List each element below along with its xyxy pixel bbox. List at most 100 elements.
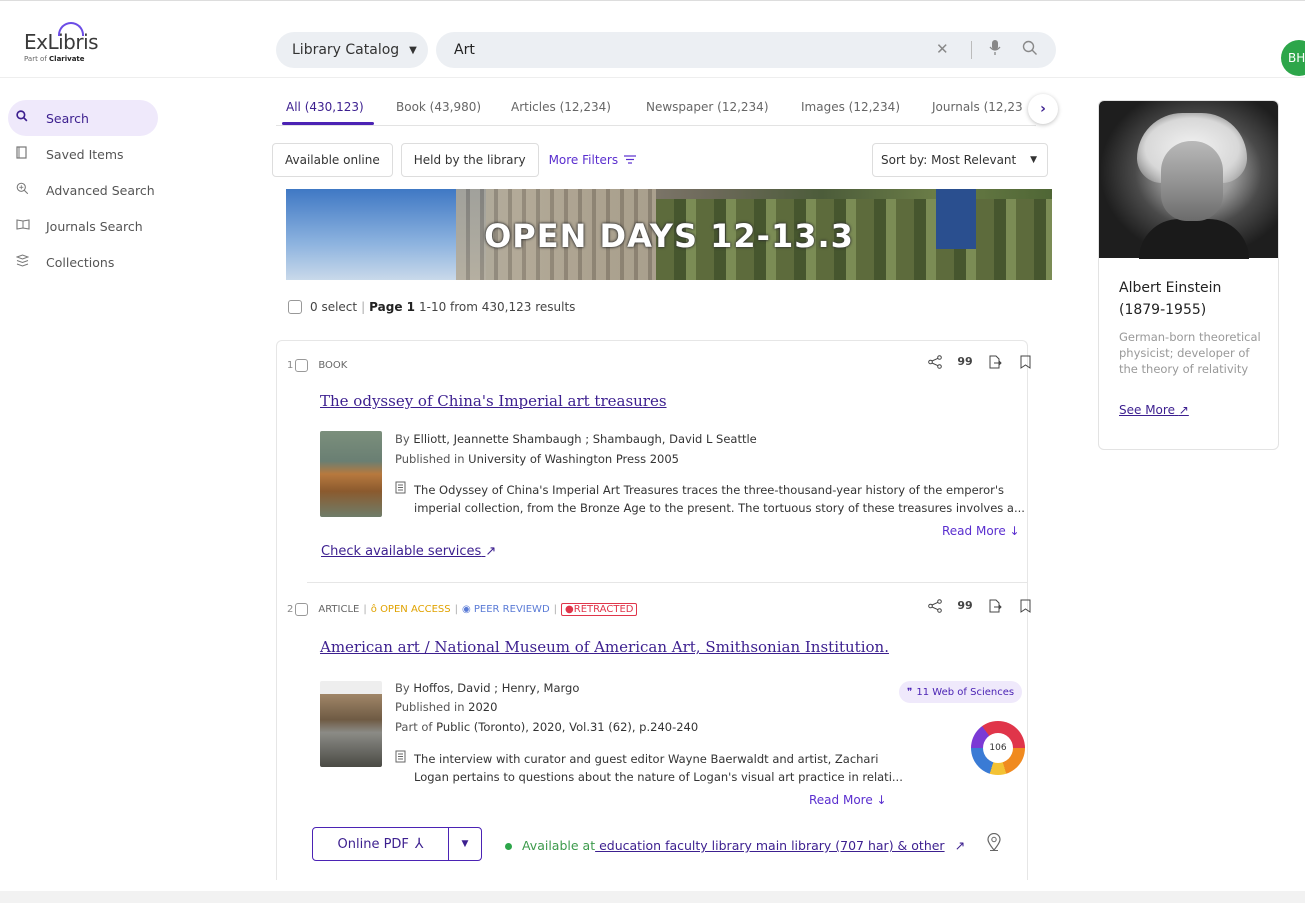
select-all-checkbox[interactable] bbox=[288, 300, 302, 314]
record-authors: By Elliott, Jeannette Shambaugh ; Shamba… bbox=[395, 432, 757, 446]
sidebar-item-collections[interactable]: Collections bbox=[8, 244, 158, 280]
sort-dropdown[interactable]: Sort by: Most Relevant ▼ bbox=[872, 143, 1048, 177]
see-more-link[interactable]: See More ↗ bbox=[1119, 403, 1189, 417]
availability-link[interactable]: education faculty library main library (… bbox=[595, 838, 945, 853]
results-list: 1 BOOK 99 The odyssey of China's Imperia… bbox=[276, 340, 1030, 880]
search-box: ✕ bbox=[436, 32, 1056, 68]
chevron-right-icon: › bbox=[1040, 101, 1046, 117]
selection-row: 0 select | Page 1 1-10 from 430,123 resu… bbox=[288, 300, 575, 314]
sidebar-item-search[interactable]: Search bbox=[8, 100, 158, 136]
acrobat-icon: ⅄ bbox=[414, 836, 424, 852]
book-open-icon bbox=[16, 218, 46, 234]
clear-icon[interactable]: ✕ bbox=[936, 40, 949, 58]
search-input[interactable] bbox=[454, 42, 914, 58]
read-more-link[interactable]: Read More ↓ bbox=[809, 793, 887, 807]
tabs-next-button[interactable]: › bbox=[1028, 94, 1058, 124]
tab-book[interactable]: Book (43,980) bbox=[396, 100, 481, 114]
record-number: 2 bbox=[287, 604, 294, 615]
record-published: Published in 2020 bbox=[395, 700, 498, 714]
share-icon[interactable] bbox=[927, 355, 943, 373]
lock-open-icon: ô bbox=[370, 604, 377, 615]
cite-icon[interactable]: 99 bbox=[957, 355, 973, 373]
more-filters-button[interactable]: More Filters bbox=[549, 143, 637, 177]
knowledge-card: Albert Einstein (1879-1955) German-born … bbox=[1098, 100, 1279, 450]
export-icon[interactable] bbox=[987, 599, 1003, 617]
online-pdf-main[interactable]: Online PDF ⅄ bbox=[313, 828, 449, 860]
bookmark-icon[interactable] bbox=[1017, 355, 1033, 373]
logo-arc-icon bbox=[58, 22, 84, 36]
filter-lines-icon bbox=[624, 153, 637, 167]
record-actions: 99 bbox=[927, 599, 1033, 617]
promo-banner[interactable]: OPEN DAYS 12-13.3 bbox=[286, 189, 1052, 280]
separator: | bbox=[363, 604, 367, 615]
microphone-icon[interactable] bbox=[989, 40, 1001, 60]
record-header: 2 ARTICLE | ô OPEN ACCESS | ◉ PEER REVIE… bbox=[287, 603, 638, 616]
person-photo bbox=[1099, 101, 1278, 259]
active-tab-indicator bbox=[282, 122, 374, 125]
cite-icon[interactable]: 99 bbox=[957, 599, 973, 617]
location-pin-icon[interactable] bbox=[987, 832, 1001, 855]
photo-body bbox=[1139, 219, 1249, 259]
record-checkbox[interactable] bbox=[295, 359, 309, 372]
record-title[interactable]: American art / National Museum of Americ… bbox=[320, 638, 889, 656]
tab-journals[interactable]: Journals (12,23 bbox=[932, 100, 1023, 114]
sidebar-item-advanced-search[interactable]: Advanced Search bbox=[8, 172, 158, 208]
tab-newspaper[interactable]: Newspaper (12,234) bbox=[646, 100, 769, 114]
description-line-1: The Odyssey of China's Imperial Art Trea… bbox=[414, 483, 1005, 497]
read-more-link[interactable]: Read More ↓ bbox=[942, 524, 1020, 538]
record-type: BOOK bbox=[318, 360, 348, 371]
record-authors: By Hoffos, David ; Henry, Margo bbox=[395, 681, 580, 695]
tab-all[interactable]: All (430,123) bbox=[286, 100, 364, 114]
tab-images[interactable]: Images (12,234) bbox=[801, 100, 900, 114]
status-dot bbox=[505, 843, 512, 850]
record-checkbox[interactable] bbox=[295, 603, 309, 616]
record-title[interactable]: The odyssey of China's Imperial art trea… bbox=[320, 392, 667, 410]
bookmark-icon[interactable] bbox=[1017, 599, 1033, 617]
altmetric-donut[interactable]: 106 bbox=[971, 721, 1025, 775]
quote-icon: ❞ bbox=[907, 686, 913, 698]
availability-status: Available at education faculty library m… bbox=[505, 838, 965, 853]
logo-subtitle: Part of Clarivate bbox=[24, 55, 85, 63]
selected-count: 0 select bbox=[310, 300, 358, 314]
search-icon bbox=[16, 110, 46, 126]
advanced-search-icon bbox=[16, 182, 46, 199]
sidebar-item-label: Advanced Search bbox=[46, 182, 155, 198]
sidebar: Search Saved Items Advanced Search Journ… bbox=[8, 100, 158, 280]
record-published: Published in University of Washington Pr… bbox=[395, 452, 680, 466]
web-of-science-badge[interactable]: ❞ 11 Web of Sciences bbox=[899, 681, 1023, 703]
person-description: German-born theoretical physicist; devel… bbox=[1119, 330, 1261, 376]
photo-face bbox=[1161, 141, 1223, 221]
record-part-of: Part of Public (Toronto), 2020, Vol.31 (… bbox=[395, 720, 699, 734]
banner-text: OPEN DAYS 12-13.3 bbox=[484, 217, 854, 255]
sidebar-item-saved[interactable]: Saved Items bbox=[8, 136, 158, 172]
catalog-selector[interactable]: Library Catalog ▼ bbox=[276, 32, 428, 68]
record-type: ARTICLE bbox=[318, 604, 360, 615]
top-border bbox=[0, 0, 1305, 5]
tab-articles[interactable]: Articles (12,234) bbox=[511, 100, 611, 114]
alert-icon: ● bbox=[565, 604, 574, 615]
article-cover-thumbnail[interactable] bbox=[320, 681, 382, 767]
record-number: 1 bbox=[287, 360, 294, 371]
results-range: 1-10 from 430,123 results bbox=[418, 300, 576, 314]
sidebar-item-journals-search[interactable]: Journals Search bbox=[8, 208, 158, 244]
check-available-services-link[interactable]: Check available services ↗ bbox=[321, 544, 496, 559]
filter-held-by-library[interactable]: Held by the library bbox=[400, 143, 539, 177]
logo-wordmark: ExLibris bbox=[24, 22, 99, 54]
online-pdf-button[interactable]: Online PDF ⅄ ▼ bbox=[312, 827, 482, 861]
altmetric-score: 106 bbox=[983, 733, 1013, 763]
export-icon[interactable] bbox=[987, 355, 1003, 373]
caret-down-icon: ▼ bbox=[1030, 155, 1037, 165]
exlibris-logo[interactable]: ExLibris Part of Clarivate bbox=[24, 22, 99, 63]
description-line-2: Logan pertains to questions about the na… bbox=[414, 770, 903, 784]
share-icon[interactable] bbox=[927, 599, 943, 617]
sort-label: Sort by: Most Relevant bbox=[881, 153, 1017, 167]
record-description: The Odyssey of China's Imperial Art Trea… bbox=[395, 481, 1025, 517]
filter-available-online[interactable]: Available online bbox=[272, 143, 393, 177]
record-header: 1 BOOK bbox=[287, 359, 347, 372]
search-icon[interactable] bbox=[1022, 40, 1038, 60]
caret-down-icon[interactable]: ▼ bbox=[449, 839, 481, 849]
book-cover-thumbnail[interactable] bbox=[320, 431, 382, 517]
user-avatar[interactable]: BH bbox=[1281, 40, 1305, 76]
record-description: The interview with curator and guest edi… bbox=[395, 750, 903, 786]
arrow-up-right-icon: ↗ bbox=[485, 544, 497, 559]
